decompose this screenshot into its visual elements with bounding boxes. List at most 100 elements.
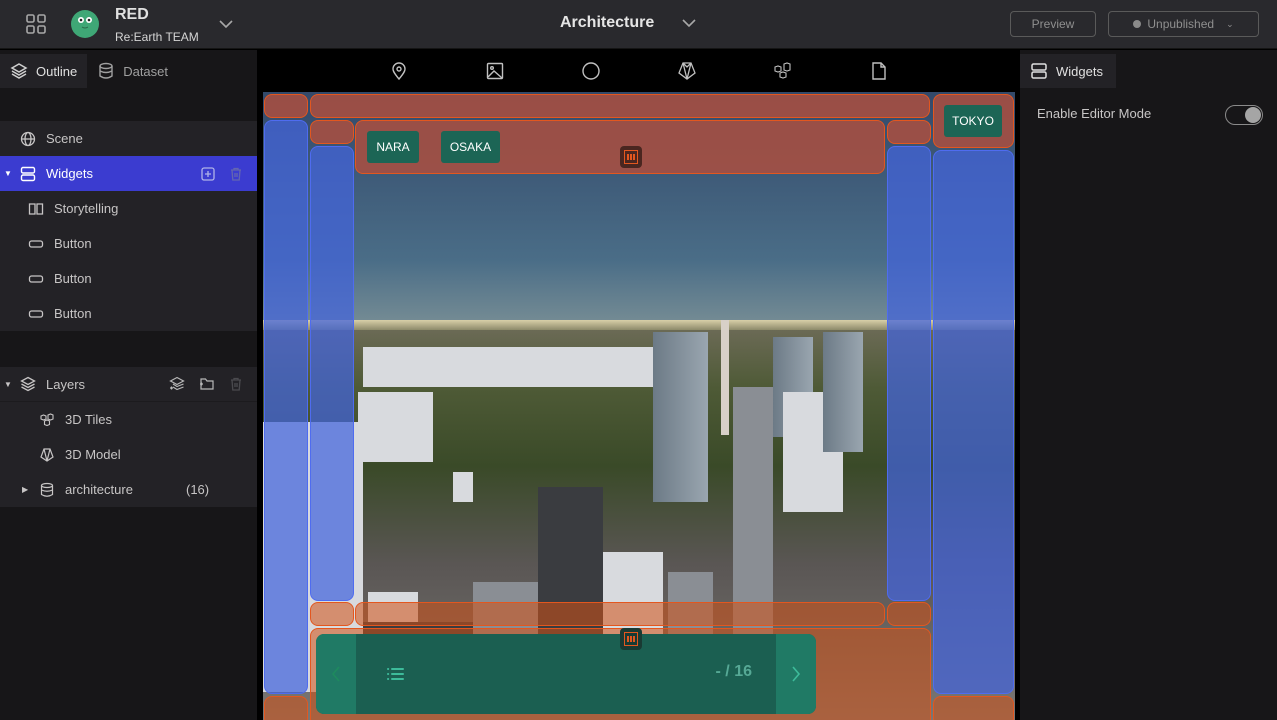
model-icon [40,447,54,462]
widget-item-label: Button [54,236,92,251]
widget-area-right-outer[interactable] [933,150,1014,694]
workspace-chevron-down-icon[interactable] [218,16,234,32]
project-chevron-down-icon[interactable] [681,15,697,31]
publish-status-label: Unpublished [1147,17,1215,31]
widget-area-left-outer[interactable] [264,120,308,694]
chevron-right-icon [792,666,801,682]
building [453,472,473,502]
widget-area-bottom-right-inner[interactable] [887,602,931,626]
scene-label: Scene [46,131,83,146]
image-icon[interactable] [485,61,505,81]
tab-dataset[interactable]: Dataset [87,54,178,88]
trash-icon[interactable] [229,167,243,181]
building [363,347,653,387]
widget-area-top-center-outer[interactable] [310,94,930,118]
preview-button[interactable]: Preview [1010,11,1096,37]
layer-item-label: 3D Tiles [65,412,112,427]
model-icon[interactable] [677,61,697,81]
circle-icon[interactable] [581,61,601,81]
tower [721,320,729,435]
face-icon [78,17,92,29]
storytelling-widget: - / 16 [316,634,816,714]
widget-area-right-inner[interactable] [887,146,931,601]
project-title[interactable]: Architecture [560,14,654,32]
story-next-button[interactable] [776,634,816,714]
tiles-icon [40,412,54,426]
widgets-item[interactable]: ▼ Widgets [0,156,257,191]
add-layer-icon[interactable] [169,376,185,392]
tab-widgets[interactable]: Widgets [1020,54,1116,88]
story-prev-button[interactable] [316,634,356,714]
tab-outline[interactable]: Outline [0,54,88,88]
status-dot-icon [1133,20,1142,28]
workspace-name: RED [115,6,149,23]
widget-item-button[interactable]: Button [0,261,257,296]
tiles-icon[interactable] [773,61,793,81]
layers-header[interactable]: ▼ Layers [0,367,257,402]
layer-item-3d-model[interactable]: 3D Model [0,437,257,472]
widget-area-top-left-outer[interactable] [264,94,308,118]
widget-area-bottom-right-outer[interactable] [933,696,1014,720]
add-widget-icon[interactable] [201,166,215,181]
widget-item-label: Button [54,306,92,321]
right-panel: Widgets Enable Editor Mode [1020,50,1277,720]
widget-item-label: Button [54,271,92,286]
layer-item-architecture[interactable]: ▶ architecture (16) [0,472,257,507]
app-header: RED Re:Earth TEAM Architecture Preview U… [0,0,1277,49]
enable-editor-mode-toggle[interactable] [1225,105,1263,125]
widget-area-left-inner[interactable] [310,146,354,601]
widgets-section: Scene ▼ Widgets Storytelling Button Butt… [0,121,257,331]
add-folder-icon[interactable] [199,376,215,392]
globe-icon [20,131,36,146]
list-icon[interactable] [386,664,406,684]
widgets-icon [20,166,36,181]
apps-grid-icon[interactable] [26,14,46,34]
bottom-center-align-handle[interactable] [620,628,642,650]
caret-down-icon[interactable]: ▼ [4,380,12,389]
building [823,332,863,452]
tab-widgets-label: Widgets [1056,63,1103,79]
layers-section: ▼ Layers 3D Tiles 3D Model ▶ architectur… [0,367,257,507]
layers-label: Layers [46,376,86,392]
widget-area-bottom-center-inner[interactable] [355,602,885,626]
layers-icon [20,376,36,392]
map-viewport[interactable]: NARA OSAKA TOKYO - / 16 [263,92,1015,720]
widget-item-button[interactable]: Button [0,226,257,261]
left-panel-tabs: Outline Dataset [0,54,257,88]
file-icon[interactable] [869,61,889,81]
widget-area-bottom-left-inner[interactable] [310,602,354,626]
left-panel: Outline Dataset Scene ▼ Widgets Storytel… [0,50,257,720]
nara-button[interactable]: NARA [367,131,419,163]
chevron-down-icon: ⌄ [1226,18,1234,29]
workspace-team: Re:Earth TEAM [115,30,199,44]
widget-item-storytelling[interactable]: Storytelling [0,191,257,226]
enable-editor-mode-label: Enable Editor Mode [1037,106,1152,121]
layer-item-count: (16) [186,482,210,497]
button-icon [28,309,44,318]
widgets-label: Widgets [46,166,93,181]
layer-item-3d-tiles[interactable]: 3D Tiles [0,402,257,437]
database-icon [40,482,54,497]
layers-icon [10,63,28,79]
top-center-align-handle[interactable] [620,146,642,168]
caret-down-icon[interactable]: ▼ [4,169,12,178]
widget-area-bottom-left-outer[interactable] [264,696,308,720]
widget-item-button[interactable]: Button [0,296,257,331]
tab-outline-label: Outline [36,63,78,79]
workspace-avatar[interactable] [71,10,99,38]
building [358,392,433,462]
trash-icon[interactable] [229,377,243,391]
tab-dataset-label: Dataset [123,63,169,79]
widget-area-top-left-inner[interactable] [310,120,354,144]
widget-area-top-right-inner[interactable] [887,120,931,144]
tokyo-button[interactable]: TOKYO [944,105,1002,137]
publish-status-button[interactable]: Unpublished ⌄ [1108,11,1259,37]
building [653,332,708,502]
scene-item[interactable]: Scene [0,121,257,156]
caret-right-icon[interactable]: ▶ [22,485,28,494]
osaka-button[interactable]: OSAKA [441,131,500,163]
book-icon [28,202,44,215]
marker-icon[interactable] [389,61,409,81]
toggle-knob [1245,107,1261,123]
button-icon [28,274,44,283]
